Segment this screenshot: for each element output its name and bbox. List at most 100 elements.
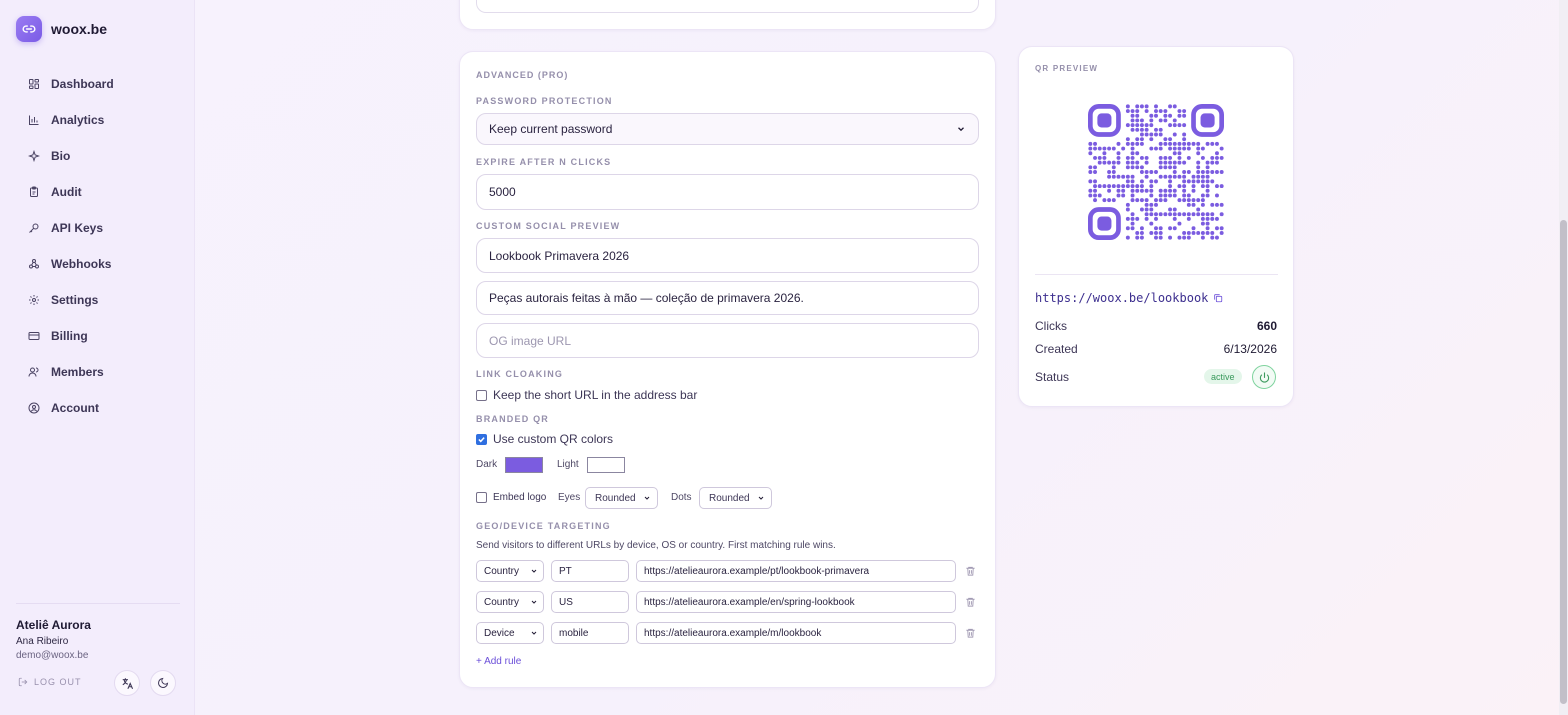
qr-dot [1168, 160, 1173, 165]
light-color-swatch[interactable] [587, 457, 625, 473]
qr-dot [1154, 104, 1158, 109]
dark-color-swatch[interactable] [505, 457, 543, 473]
eyes-select[interactable]: Rounded [585, 487, 658, 509]
qr-dot [1200, 221, 1205, 226]
qr-dot [1182, 109, 1187, 114]
custom-colors-checkbox[interactable] [476, 433, 487, 445]
qr-dot [1200, 216, 1205, 221]
qr-dot [1172, 193, 1177, 198]
rule-type-select[interactable]: Device [476, 622, 544, 644]
qr-dot [1205, 216, 1210, 221]
rule-value-input[interactable]: mobile [551, 622, 629, 644]
qr-dot [1125, 184, 1130, 189]
brand[interactable]: woox.be [16, 16, 107, 42]
qr-dot [1186, 235, 1191, 240]
qr-dot [1135, 184, 1140, 189]
cloaking-checkbox[interactable] [476, 389, 487, 401]
qr-dot [1144, 207, 1149, 212]
qr-dot [1130, 184, 1135, 189]
cloaking-checkbox-row[interactable]: Keep the short URL in the address bar [476, 388, 697, 402]
sidebar-item-dashboard[interactable]: Dashboard [16, 66, 180, 102]
qr-dot [1130, 212, 1135, 217]
qr-dot [1214, 151, 1219, 156]
qr-dot [1144, 174, 1149, 179]
qr-dot [1125, 155, 1130, 160]
language-button[interactable] [114, 670, 140, 696]
status-label: Status [1035, 370, 1070, 384]
embed-logo-checkbox[interactable] [476, 492, 487, 503]
trash-icon[interactable] [965, 596, 976, 608]
qr-dot [1097, 184, 1102, 189]
qr-dot [1125, 123, 1130, 128]
logout-button[interactable]: LOG OUT [18, 677, 82, 687]
clicks-row: Clicks 660 [1035, 319, 1277, 333]
theme-toggle-button[interactable] [150, 670, 176, 696]
scrollbar[interactable] [1559, 0, 1568, 715]
sidebar-item-audit[interactable]: Audit [16, 174, 180, 210]
sidebar-item-bio[interactable]: Bio [16, 138, 180, 174]
qr-dot [1205, 165, 1210, 170]
qr-dot [1121, 174, 1126, 179]
clicks-value: 660 [1256, 319, 1277, 333]
cloaking-checkbox-label: Keep the short URL in the address bar [493, 388, 698, 402]
qr-dot [1139, 104, 1144, 109]
rule-url-input[interactable]: https://atelieaurora.example/m/lookbook [636, 622, 956, 644]
add-rule-button[interactable]: + Add rule [476, 656, 521, 667]
short-url-link[interactable]: https://woox.be/lookbook [1035, 291, 1223, 305]
password-select[interactable]: Keep current password [476, 113, 979, 145]
sidebar-item-billing[interactable]: Billing [16, 318, 180, 354]
qr-dot [1182, 170, 1187, 174]
qr-dot [1219, 155, 1224, 160]
qr-dot [1163, 174, 1168, 179]
sidebar-item-analytics[interactable]: Analytics [16, 102, 180, 138]
qr-dot [1182, 146, 1187, 151]
rule-value-input[interactable]: US [551, 591, 629, 613]
sidebar-item-account[interactable]: Account [16, 390, 180, 426]
copy-icon[interactable] [1213, 293, 1223, 303]
qr-dot [1163, 160, 1168, 165]
qr-dot [1135, 118, 1140, 123]
expire-clicks-input[interactable]: 5000 [476, 174, 979, 210]
qr-dot [1139, 226, 1144, 231]
qr-dot [1139, 179, 1144, 184]
qr-dot [1158, 127, 1163, 132]
scrollbar-thumb[interactable] [1560, 220, 1567, 704]
dots-select[interactable]: Rounded [699, 487, 772, 509]
qr-dot [1097, 146, 1102, 151]
qr-dot [1158, 193, 1163, 198]
qr-dot [1144, 160, 1149, 165]
qr-dot [1102, 155, 1107, 160]
og-image-input[interactable]: OG image URL [476, 323, 979, 358]
qr-dot [1139, 118, 1144, 123]
rule-url-input[interactable]: https://atelieaurora.example/pt/lookbook… [636, 560, 956, 582]
toggle-status-button[interactable] [1252, 365, 1276, 389]
og-description-input[interactable]: Peças autorais feitas à mão — coleção de… [476, 281, 979, 315]
qr-dot [1158, 160, 1163, 165]
org-name: Ateliê Aurora [16, 618, 91, 632]
sidebar-item-api-keys[interactable]: API Keys [16, 210, 180, 246]
qr-dot [1205, 170, 1210, 174]
qr-dot [1186, 212, 1191, 217]
rule-url-input[interactable]: https://atelieaurora.example/en/spring-l… [636, 591, 956, 613]
qr-dot [1097, 160, 1102, 165]
qr-dot [1144, 170, 1149, 174]
qr-dot [1219, 184, 1224, 189]
trash-icon[interactable] [965, 627, 976, 639]
rule-value-input[interactable]: PT [551, 560, 629, 582]
qr-dot [1093, 193, 1098, 198]
previous-field[interactable] [476, 0, 979, 13]
rule-type-select[interactable]: Country [476, 591, 544, 613]
section-title: ADVANCED (PRO) [476, 70, 569, 80]
sidebar-item-webhooks[interactable]: Webhooks [16, 246, 180, 282]
sidebar-item-members[interactable]: Members [16, 354, 180, 390]
sidebar-item-settings[interactable]: Settings [16, 282, 180, 318]
qr-dot [1158, 174, 1163, 179]
qr-dot [1163, 155, 1168, 160]
qr-dot [1210, 141, 1215, 146]
embed-logo-checkbox-row[interactable]: Embed logo [476, 492, 546, 503]
og-title-input[interactable]: Lookbook Primavera 2026 [476, 238, 979, 273]
qr-dot [1205, 141, 1210, 146]
rule-type-select[interactable]: Country [476, 560, 544, 582]
trash-icon[interactable] [965, 565, 976, 577]
custom-colors-checkbox-row[interactable]: Use custom QR colors [476, 432, 613, 446]
